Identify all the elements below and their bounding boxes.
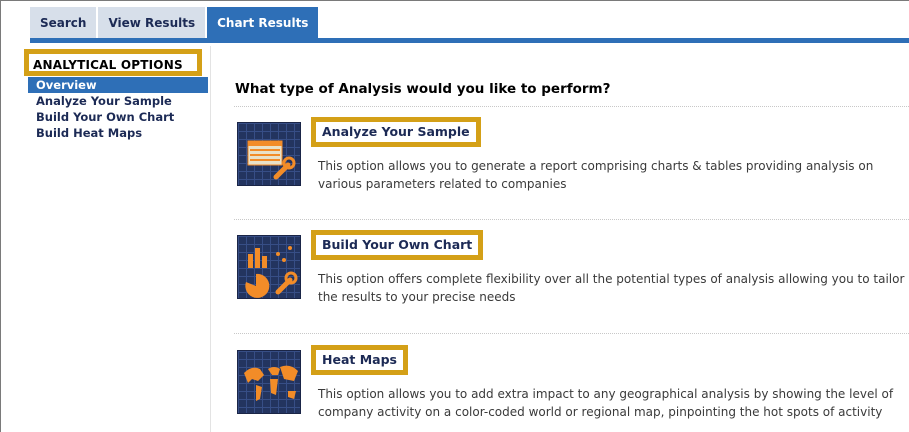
tab-underline	[30, 38, 909, 43]
section-divider	[234, 219, 909, 220]
option-analyze-your-sample: Analyze Your Sample This option allows y…	[234, 117, 909, 222]
sidebar-item-analyze-your-sample[interactable]: Analyze Your Sample	[28, 93, 208, 109]
tab-search[interactable]: Search	[30, 7, 97, 38]
sidebar-item-build-heat-maps[interactable]: Build Heat Maps	[28, 125, 208, 141]
tab-chart-results[interactable]: Chart Results	[207, 7, 319, 38]
option-title-highlight: Build Your Own Chart	[311, 230, 484, 260]
world-map-icon[interactable]	[237, 350, 301, 414]
option-description: This option offers complete flexibility …	[318, 272, 905, 304]
option-build-your-own-chart: Build Your Own Chart This option offers …	[234, 230, 909, 335]
option-description: This option allows you to generate a rep…	[318, 159, 874, 191]
heat-maps-link[interactable]: Heat Maps	[316, 350, 403, 370]
report-table-wrench-icon[interactable]	[237, 122, 301, 186]
section-divider	[234, 106, 909, 107]
option-description: This option allows you to add extra impa…	[318, 387, 894, 419]
tab-view-results[interactable]: View Results	[98, 7, 206, 38]
build-your-own-chart-link[interactable]: Build Your Own Chart	[316, 235, 478, 255]
sidebar-item-build-your-own-chart[interactable]: Build Your Own Chart	[28, 109, 208, 125]
section-divider	[234, 333, 909, 334]
chart-builder-icon[interactable]	[237, 235, 301, 299]
option-title-highlight: Analyze Your Sample	[311, 117, 481, 147]
sidebar-divider	[210, 46, 211, 432]
analyze-your-sample-link[interactable]: Analyze Your Sample	[316, 122, 476, 142]
sidebar-nav: Overview Analyze Your Sample Build Your …	[28, 77, 208, 141]
sidebar-title: ANALYTICAL OPTIONS	[33, 58, 183, 72]
option-title-highlight: Heat Maps	[311, 345, 408, 375]
option-heat-maps: Heat Maps This option allows you to add …	[234, 345, 909, 432]
sidebar-item-overview[interactable]: Overview	[28, 77, 208, 93]
page-title: What type of Analysis would you like to …	[235, 81, 611, 97]
tab-bar: Search View Results Chart Results	[30, 7, 320, 38]
